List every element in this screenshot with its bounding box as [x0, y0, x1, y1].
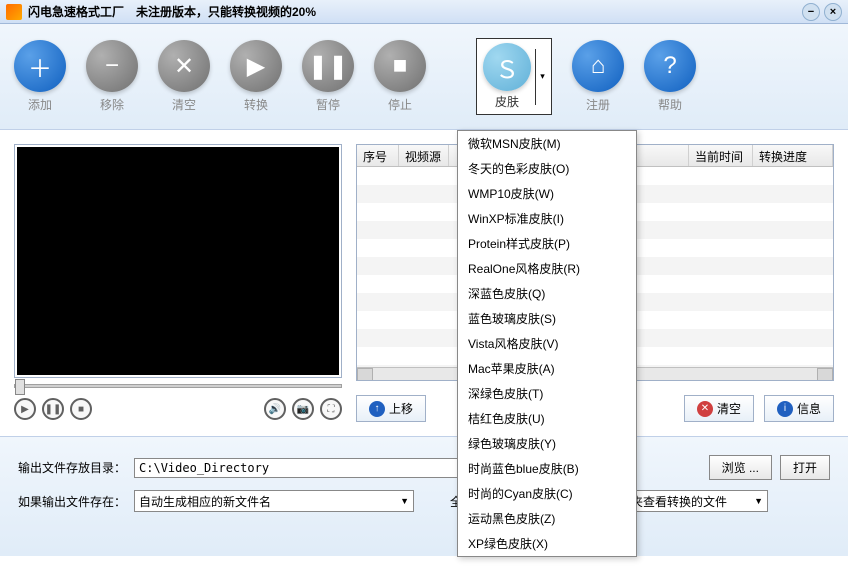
- scroll-left-arrow[interactable]: [357, 368, 373, 381]
- col-source[interactable]: 视频源: [399, 145, 449, 166]
- help-button[interactable]: ? 帮助: [644, 40, 696, 113]
- skin-menu-item[interactable]: Vista风格皮肤(V): [458, 331, 636, 356]
- list-clear-button[interactable]: ✕ 清空: [684, 395, 754, 422]
- question-icon: ?: [644, 40, 696, 92]
- skin-menu-item[interactable]: WinXP标准皮肤(I): [458, 206, 636, 231]
- skin-icon: Ｓ: [483, 43, 531, 91]
- media-controls: ▶ ❚❚ ■ 🔊 📷 ⛶: [14, 398, 342, 420]
- volume-button[interactable]: 🔊: [264, 398, 286, 420]
- skin-menu-item[interactable]: 深蓝色皮肤(Q): [458, 281, 636, 306]
- open-button[interactable]: 打开: [780, 455, 830, 480]
- skin-dropdown-menu: 微软MSN皮肤(M)冬天的色彩皮肤(O)WMP10皮肤(W)WinXP标准皮肤(…: [457, 130, 637, 557]
- register-button[interactable]: ⌂ 注册: [572, 40, 624, 113]
- skin-menu-item[interactable]: 微软MSN皮肤(M): [458, 131, 636, 156]
- skin-menu-item[interactable]: 深绿色皮肤(T): [458, 381, 636, 406]
- bottom-panel: 输出文件存放目录： 浏览 ... 打开 如果输出文件存在： 自动生成相应的新文件…: [0, 436, 848, 556]
- skin-dropdown-arrow[interactable]: ▾: [535, 49, 549, 105]
- preview-box: [14, 144, 342, 378]
- media-play-button[interactable]: ▶: [14, 398, 36, 420]
- chevron-down-icon: ▼: [754, 496, 763, 506]
- minimize-button[interactable]: −: [802, 3, 820, 21]
- window-controls: − ×: [802, 3, 842, 21]
- media-stop-button[interactable]: ■: [70, 398, 92, 420]
- home-icon: ⌂: [572, 40, 624, 92]
- media-pause-button[interactable]: ❚❚: [42, 398, 64, 420]
- pause-icon: ❚❚: [302, 40, 354, 92]
- col-seq[interactable]: 序号: [357, 145, 399, 166]
- skin-menu-item[interactable]: Protein样式皮肤(P): [458, 231, 636, 256]
- play-icon: ▶: [230, 40, 282, 92]
- move-up-button[interactable]: ↑ 上移: [356, 395, 426, 422]
- scroll-right-arrow[interactable]: [817, 368, 833, 381]
- snapshot-button[interactable]: 📷: [292, 398, 314, 420]
- clear-button[interactable]: ✕ 清空: [158, 40, 210, 113]
- skin-menu-item[interactable]: WMP10皮肤(W): [458, 181, 636, 206]
- skin-button[interactable]: Ｓ 皮肤 ▾: [476, 38, 552, 115]
- chevron-down-icon: ▼: [400, 496, 409, 506]
- skin-menu-item[interactable]: 桔红色皮肤(U): [458, 406, 636, 431]
- seek-slider-row: [14, 384, 342, 388]
- x-icon: ✕: [158, 40, 210, 92]
- main-toolbar: ＋ 添加 − 移除 ✕ 清空 ▶ 转换 ❚❚ 暂停 ■ 停止 Ｓ 皮肤 ▾ ⌂ …: [0, 24, 848, 130]
- stop-icon: ■: [374, 40, 426, 92]
- output-dir-label: 输出文件存放目录：: [18, 459, 126, 476]
- skin-menu-item[interactable]: 绿色玻璃皮肤(Y): [458, 431, 636, 456]
- skin-menu-item[interactable]: 运动黑色皮肤(Z): [458, 506, 636, 531]
- slider-thumb[interactable]: [15, 379, 25, 395]
- skin-menu-item[interactable]: 蓝色玻璃皮肤(S): [458, 306, 636, 331]
- info-icon: i: [777, 401, 793, 417]
- col-progress[interactable]: 转换进度: [753, 145, 833, 166]
- fullscreen-button[interactable]: ⛶: [320, 398, 342, 420]
- minus-icon: −: [86, 40, 138, 92]
- plus-icon: ＋: [14, 40, 66, 92]
- titlebar: 闪电急速格式工厂 未注册版本，只能转换视频的20% − ×: [0, 0, 848, 24]
- seek-slider[interactable]: [14, 384, 342, 388]
- main-area: ▶ ❚❚ ■ 🔊 📷 ⛶ 序号 视频源 当前时间 转换进度: [0, 130, 848, 436]
- stop-button[interactable]: ■ 停止: [374, 40, 426, 113]
- skin-menu-item[interactable]: Mac苹果皮肤(A): [458, 356, 636, 381]
- browse-button[interactable]: 浏览 ...: [709, 455, 772, 480]
- skin-menu-item[interactable]: RealOne风格皮肤(R): [458, 256, 636, 281]
- app-icon: [6, 4, 22, 20]
- arrow-up-icon: ↑: [369, 401, 385, 417]
- if-exists-label: 如果输出文件存在：: [18, 493, 126, 510]
- pause-button[interactable]: ❚❚ 暂停: [302, 40, 354, 113]
- close-button[interactable]: ×: [824, 3, 842, 21]
- convert-button[interactable]: ▶ 转换: [230, 40, 282, 113]
- if-exists-combo[interactable]: 自动生成相应的新文件名 ▼: [134, 490, 414, 512]
- remove-button[interactable]: − 移除: [86, 40, 138, 113]
- skin-menu-item[interactable]: 冬天的色彩皮肤(O): [458, 156, 636, 181]
- skin-menu-item[interactable]: 时尚蓝色blue皮肤(B): [458, 456, 636, 481]
- window-title: 闪电急速格式工厂 未注册版本，只能转换视频的20%: [28, 3, 802, 20]
- video-preview: [17, 147, 339, 375]
- info-button[interactable]: i 信息: [764, 395, 834, 422]
- clear-icon: ✕: [697, 401, 713, 417]
- skin-menu-item[interactable]: 时尚的Cyan皮肤(C): [458, 481, 636, 506]
- skin-menu-item[interactable]: XP绿色皮肤(X): [458, 531, 636, 556]
- preview-panel: ▶ ❚❚ ■ 🔊 📷 ⛶: [14, 144, 342, 422]
- add-button[interactable]: ＋ 添加: [14, 40, 66, 113]
- col-current[interactable]: 当前时间: [689, 145, 753, 166]
